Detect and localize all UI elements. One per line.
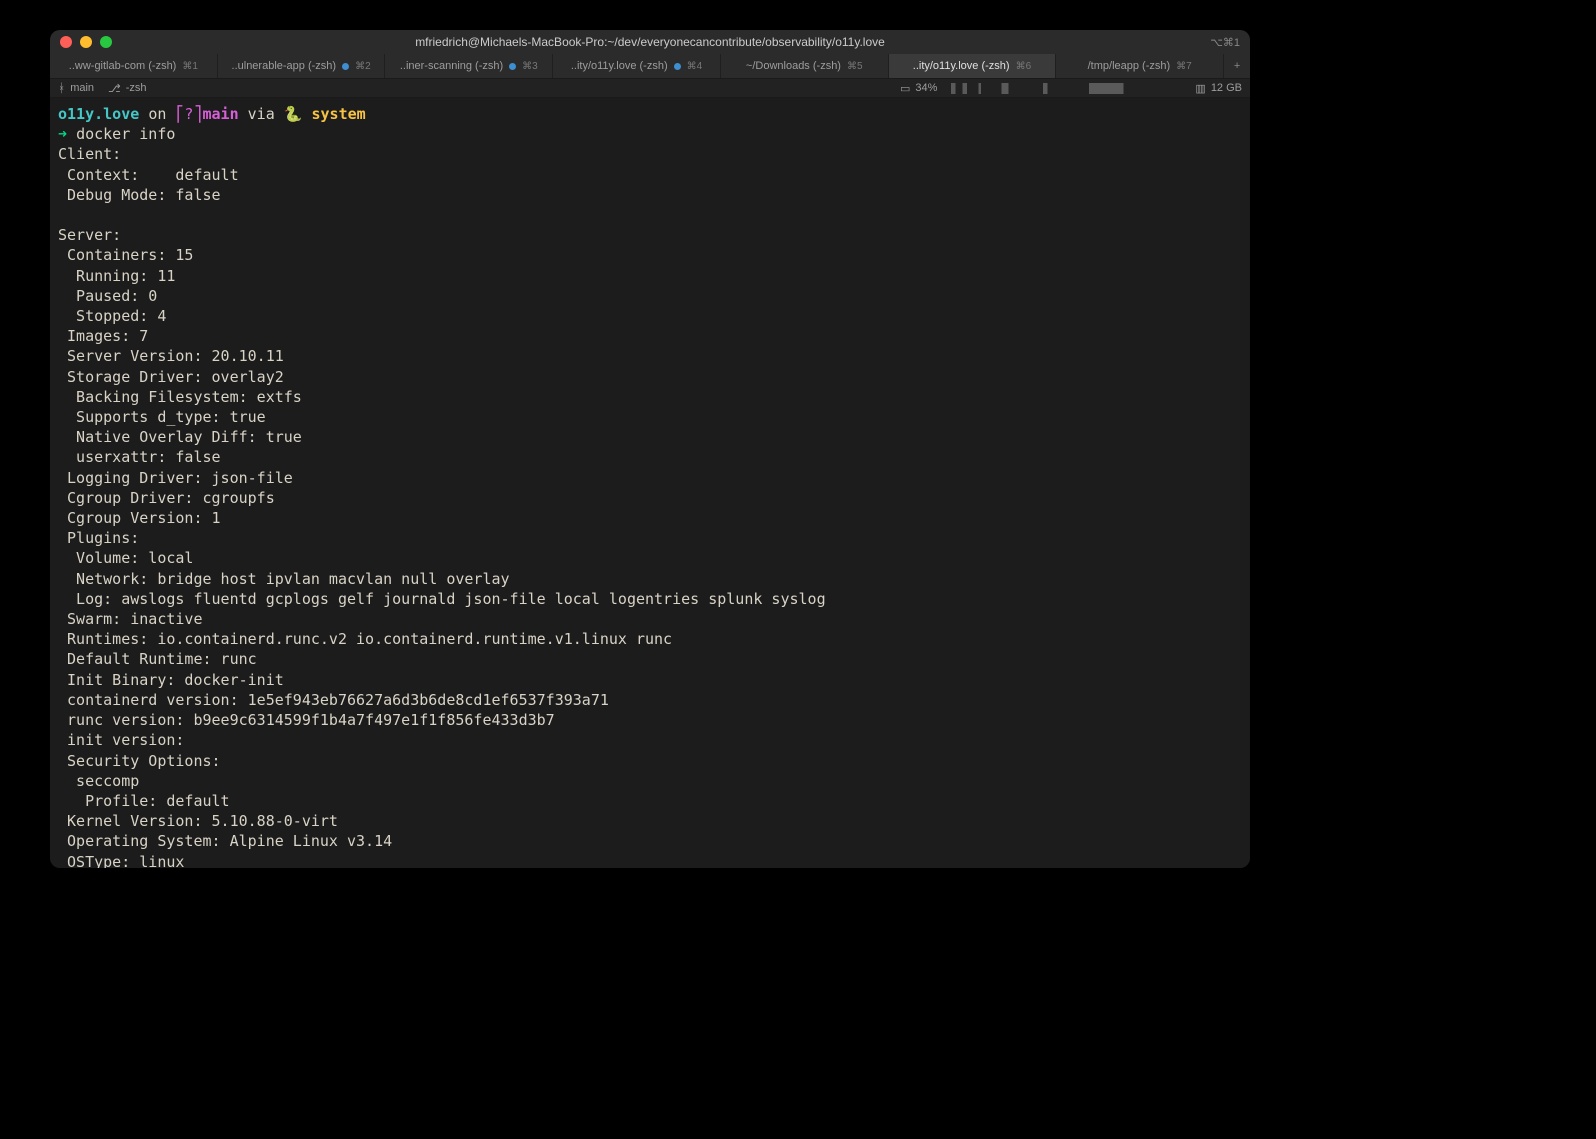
status-tool-name: -zsh (126, 82, 147, 94)
prompt-branch: main (203, 105, 239, 123)
activity-dot-icon (674, 63, 681, 70)
tab[interactable]: ~/Downloads (-zsh) ⌘5 (721, 54, 889, 78)
tab-label: /tmp/leapp (-zsh) (1088, 60, 1171, 72)
tab[interactable]: ..iner-scanning (-zsh) ⌘3 (385, 54, 553, 78)
tab-label: ..ity/o11y.love (-zsh) (571, 60, 668, 72)
prompt-branch-box: ⎡?⎤ (175, 105, 202, 123)
branch-icon (58, 81, 65, 95)
status-line: main -zsh 34% 12 GB (50, 78, 1250, 98)
status-ram-value: 12 GB (1211, 82, 1242, 94)
tab-bar: ..ww-gitlab-com (-zsh) ⌘1 ..ulnerable-app … (50, 54, 1250, 78)
git-icon (108, 82, 121, 95)
tab-shortcut: ⌘5 (847, 61, 863, 72)
status-cpu-value: 34% (915, 82, 937, 94)
command-text: docker info (76, 125, 175, 143)
tab[interactable]: ..ww-gitlab-com (-zsh) ⌘1 (50, 54, 218, 78)
tab-label: ~/Downloads (-zsh) (746, 60, 841, 72)
ram-icon (1195, 82, 1205, 95)
prompt-via: via (248, 105, 275, 123)
titlebar: mfriedrich@Michaels-MacBook-Pro:~/dev/ev… (50, 30, 1250, 54)
tab-label: ..iner-scanning (-zsh) (400, 60, 503, 72)
cpu-sparkline (951, 83, 1181, 94)
terminal-body[interactable]: o11y.love on ⎡?⎤main via 🐍 system ➜ dock… (50, 98, 1250, 868)
add-tab-button[interactable]: + (1224, 54, 1250, 78)
snake-icon: 🐍 (284, 105, 303, 123)
tab[interactable]: ..ulnerable-app (-zsh) ⌘2 (218, 54, 386, 78)
tab-label: ..ulnerable-app (-zsh) (232, 60, 337, 72)
tab-shortcut: ⌘7 (1176, 61, 1192, 72)
zoom-icon[interactable] (100, 36, 112, 48)
tab[interactable]: ..ity/o11y.love (-zsh) ⌘4 (553, 54, 721, 78)
prompt-system: system (312, 105, 366, 123)
tab-label: ..ww-gitlab-com (-zsh) (69, 60, 177, 72)
prompt-on: on (148, 105, 166, 123)
pane-indicator: ⌥⌘1 (1210, 36, 1240, 49)
status-branch: main (58, 81, 94, 95)
activity-dot-icon (509, 63, 516, 70)
prompt-dir: o11y.love (58, 105, 139, 123)
terminal-window: mfriedrich@Michaels-MacBook-Pro:~/dev/ev… (50, 30, 1250, 868)
status-branch-name: main (70, 82, 94, 94)
tab-shortcut: ⌘4 (687, 61, 703, 72)
command-output: Client: Context: default Debug Mode: fal… (58, 145, 826, 868)
status-tool: -zsh (108, 82, 146, 95)
traffic-lights (60, 36, 112, 48)
tab[interactable]: /tmp/leapp (-zsh) ⌘7 (1056, 54, 1224, 78)
minimize-icon[interactable] (80, 36, 92, 48)
close-icon[interactable] (60, 36, 72, 48)
tab[interactable]: ..ity/o11y.love (-zsh) ⌘6 (889, 54, 1057, 78)
tab-shortcut: ⌘2 (355, 61, 371, 72)
activity-dot-icon (342, 63, 349, 70)
status-cpu: 34% (900, 82, 937, 95)
tab-shortcut: ⌘1 (182, 61, 198, 72)
tab-label: ..ity/o11y.love (-zsh) (913, 60, 1010, 72)
tab-shortcut: ⌘3 (522, 61, 538, 72)
cpu-icon (900, 82, 910, 95)
prompt-arrow: ➜ (58, 125, 67, 143)
tab-shortcut: ⌘6 (1016, 61, 1032, 72)
status-ram: 12 GB (1195, 82, 1242, 95)
window-title: mfriedrich@Michaels-MacBook-Pro:~/dev/ev… (50, 35, 1250, 49)
